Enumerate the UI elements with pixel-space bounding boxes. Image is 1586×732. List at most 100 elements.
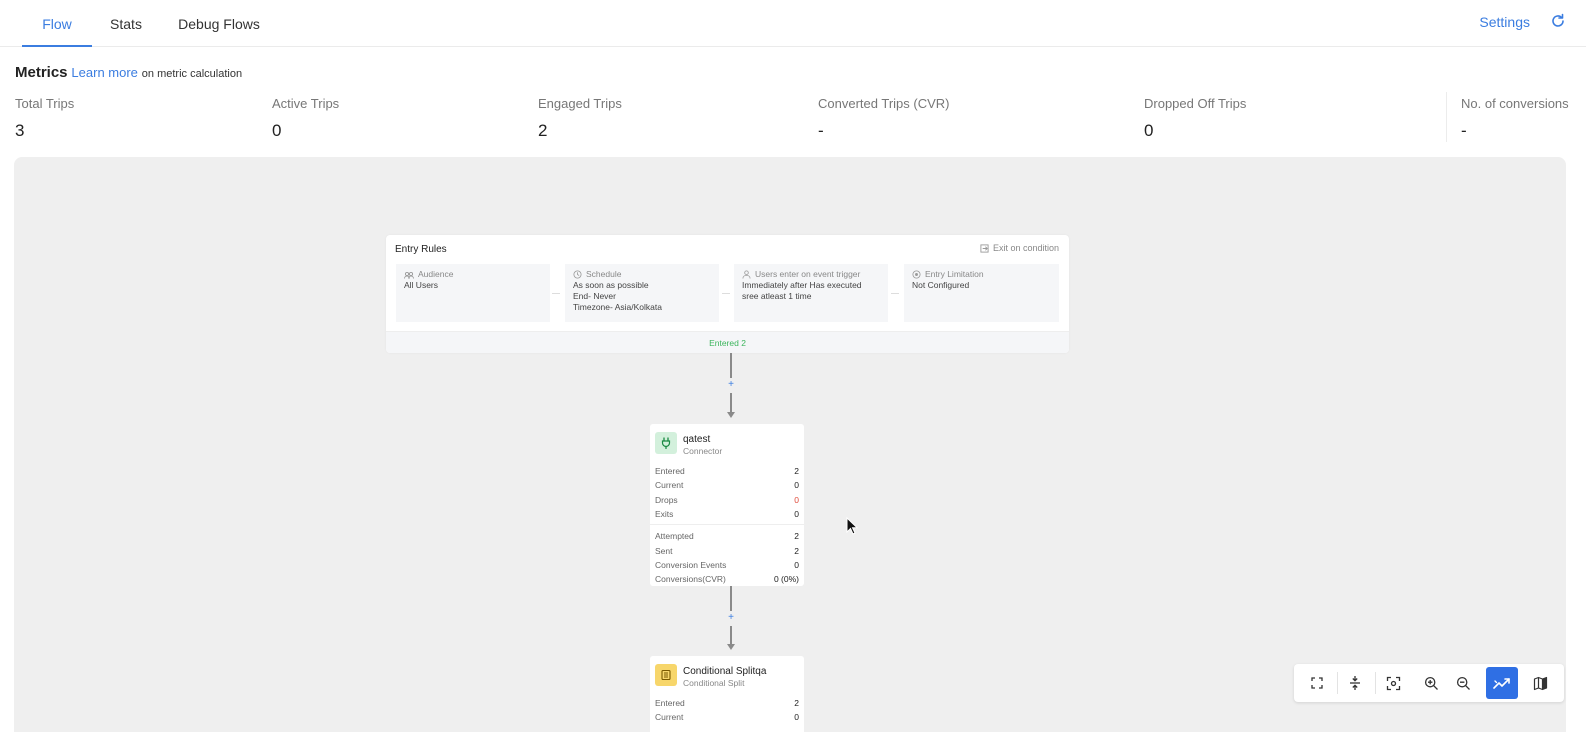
schedule-line1: As soon as possible xyxy=(573,280,649,290)
add-step-button[interactable]: + xyxy=(725,612,737,624)
metric-value: 0 xyxy=(1144,121,1154,140)
metric-value: - xyxy=(818,121,824,140)
canvas-toolbar xyxy=(1294,664,1564,702)
stat-value: 2 xyxy=(794,466,799,477)
stat-row-conversion-events: Conversion Events 0 xyxy=(650,558,804,572)
tab-flow[interactable]: Flow xyxy=(22,0,92,47)
limitation-value: Not Configured xyxy=(912,280,970,290)
metrics-suffix: on metric calculation xyxy=(141,68,243,80)
rule-separator xyxy=(891,293,899,294)
connector-line xyxy=(730,353,732,378)
metric-label: Engaged Trips xyxy=(538,96,622,111)
fit-view-button[interactable] xyxy=(1377,667,1409,699)
trigger-line2: sree atleast 1 time xyxy=(742,291,812,301)
conditional-split-node[interactable]: Conditional Splitqa Conditional Split En… xyxy=(650,656,804,732)
stat-row-exits: Exits 0 xyxy=(650,507,804,521)
trigger-heading: Users enter on event trigger xyxy=(755,269,861,279)
refresh-icon[interactable] xyxy=(1550,13,1566,29)
rule-separator xyxy=(552,293,560,294)
toolbar-divider xyxy=(1375,672,1376,694)
entry-rules-card[interactable]: Entry Rules Exit on condition Audience A… xyxy=(386,235,1069,353)
metric-value: 2 xyxy=(538,121,548,140)
tab-bar: Flow Stats Debug Flows Settings xyxy=(0,0,1586,47)
collapse-button[interactable] xyxy=(1339,667,1371,699)
analytics-toggle-button[interactable] xyxy=(1486,667,1518,699)
metric-dropped-off-trips: Dropped Off Trips 0 xyxy=(1144,96,1246,141)
node-title: Conditional Splitqa xyxy=(683,666,767,677)
arrow-head-icon xyxy=(727,412,735,418)
tab-stats[interactable]: Stats xyxy=(100,0,152,47)
limit-icon xyxy=(912,270,921,279)
node-title: qatest xyxy=(683,434,711,445)
user-icon xyxy=(742,270,751,279)
stat-label: Attempted xyxy=(655,531,694,542)
metric-label: Dropped Off Trips xyxy=(1144,96,1247,111)
node-subtitle: Connector xyxy=(683,446,723,456)
audience-heading: Audience xyxy=(418,269,454,279)
stat-label: Current xyxy=(655,480,684,491)
stat-value: 0 xyxy=(794,509,799,520)
stat-label: Current xyxy=(655,712,684,723)
metric-converted-trips: Converted Trips (CVR) - xyxy=(818,96,949,141)
focus-icon xyxy=(1386,676,1400,690)
zoom-out-icon xyxy=(1456,676,1470,690)
connector-line xyxy=(730,626,732,644)
stat-label: Sent xyxy=(655,545,673,556)
stat-row-attempted: Attempted 2 xyxy=(650,529,804,543)
stat-value: 2 xyxy=(794,698,799,709)
stat-value: 0 xyxy=(794,712,799,723)
metrics-title: Metrics xyxy=(15,64,68,81)
stat-label: Drops xyxy=(655,494,678,505)
metric-value: 0 xyxy=(272,121,282,140)
fullscreen-button[interactable] xyxy=(1301,667,1333,699)
node-subtitle: Conditional Split xyxy=(683,678,745,688)
metric-value: 3 xyxy=(15,121,25,140)
toolbar-divider xyxy=(1337,672,1338,694)
entry-limitation-rule[interactable]: Entry Limitation Not Configured xyxy=(904,264,1059,322)
settings-link[interactable]: Settings xyxy=(1479,14,1530,30)
audience-rule[interactable]: Audience All Users xyxy=(396,264,550,322)
metric-label: No. of conversions xyxy=(1461,96,1569,111)
tab-debug-flows[interactable]: Debug Flows xyxy=(172,0,266,47)
metric-active-trips: Active Trips 0 xyxy=(272,96,339,141)
trigger-rule[interactable]: Users enter on event trigger Immediately… xyxy=(734,264,888,322)
arrow-head-icon xyxy=(727,644,735,650)
entry-rules-title: Entry Rules xyxy=(395,244,447,255)
collapse-vertical-icon xyxy=(1350,676,1360,690)
stat-label: Conversions(CVR) xyxy=(655,574,726,585)
metric-divider xyxy=(1446,92,1447,142)
stat-value: 2 xyxy=(794,545,799,556)
schedule-heading: Schedule xyxy=(586,269,622,279)
zoom-in-icon xyxy=(1424,676,1438,690)
minimap-button[interactable] xyxy=(1524,667,1556,699)
metric-label: Active Trips xyxy=(272,96,340,111)
zoom-out-button[interactable] xyxy=(1447,667,1479,699)
node-divider xyxy=(650,524,804,526)
entered-count-bar: Entered 2 xyxy=(386,331,1069,353)
audience-icon xyxy=(404,271,414,279)
stat-row-sent: Sent 2 xyxy=(650,543,804,557)
connector-node-qatest[interactable]: qatest Connector Entered 2 Current 0 Drops… xyxy=(650,424,804,586)
clock-icon xyxy=(573,270,582,279)
map-icon xyxy=(1533,676,1547,690)
stat-label: Exits xyxy=(655,509,674,520)
stat-label: Conversion Events xyxy=(655,559,727,570)
learn-more-link[interactable]: Learn more xyxy=(71,65,137,80)
stat-row-entered: Entered 2 xyxy=(650,696,804,710)
fullscreen-icon xyxy=(1311,677,1323,689)
exit-on-condition-button[interactable]: Exit on condition xyxy=(980,243,1059,253)
zoom-in-button[interactable] xyxy=(1415,667,1447,699)
entered-count: Entered 2 xyxy=(709,337,746,348)
connector-line xyxy=(730,586,732,611)
add-step-button[interactable]: + xyxy=(725,379,737,391)
metrics-header: Metrics Learn more on metric calculation xyxy=(15,64,242,81)
exit-icon xyxy=(980,243,989,253)
trigger-line1: Immediately after Has executed xyxy=(742,280,862,290)
stat-row-conversions: Conversions(CVR) 0 (0%) xyxy=(650,572,804,586)
stat-value: 0 xyxy=(794,494,799,505)
schedule-rule[interactable]: Schedule As soon as possible End- Never … xyxy=(565,264,719,322)
stat-label: Entered xyxy=(655,698,685,709)
schedule-line3: Timezone- Asia/Kolkata xyxy=(573,302,662,312)
stat-row-current: Current 0 xyxy=(650,710,804,724)
metric-conversions: No. of conversions - xyxy=(1461,96,1569,141)
